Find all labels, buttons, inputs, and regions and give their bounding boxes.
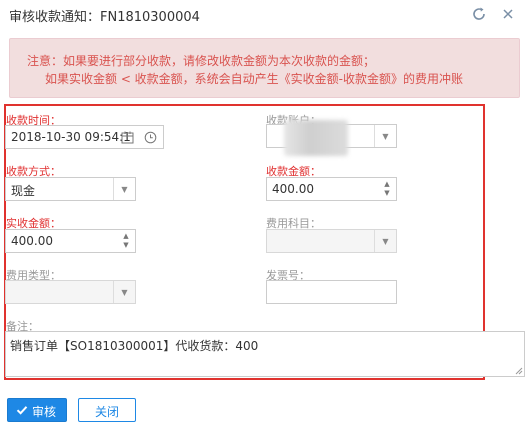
notice-alert: 注意：如果要进行部分收款，请修改收款金额为本次收款的金额； 如果实收金额 < 收… [9, 38, 520, 98]
expense-type-select[interactable]: ▼ [5, 280, 136, 304]
receipt-method-value: 现金 [11, 184, 36, 198]
chevron-down-icon[interactable]: ▼ [113, 178, 135, 200]
stepper-arrows[interactable]: ▲ ▼ [382, 180, 392, 198]
actual-amount-input[interactable]: 400.00 ▲ ▼ [5, 229, 136, 253]
check-icon [16, 406, 28, 415]
dialog-header: 审核收款通知：FN1810300004 [0, 0, 527, 32]
close-button[interactable]: 关闭 [78, 398, 136, 422]
receipt-time-input[interactable]: 2018-10-30 09:54:1 [5, 125, 164, 149]
receipt-time-value: 2018-10-30 09:54:1 [11, 130, 131, 144]
actual-amount-value: 400.00 [11, 234, 53, 248]
redacted-overlay [284, 120, 348, 156]
stepper-arrows[interactable]: ▲ ▼ [121, 232, 131, 250]
memo-value: 销售订单【SO1810300001】代收货款：400 [10, 339, 259, 353]
close-icon[interactable] [499, 5, 517, 23]
notice-line-1: 注意：如果要进行部分收款，请修改收款金额为本次收款的金额； [27, 54, 376, 68]
refresh-icon[interactable] [470, 5, 488, 23]
approve-button[interactable]: 审核 [7, 398, 67, 422]
expense-subject-select[interactable]: ▼ [266, 229, 397, 253]
approve-button-label: 审核 [32, 405, 57, 419]
receipt-amount-value: 400.00 [272, 182, 314, 196]
chevron-down-icon[interactable]: ▼ [374, 230, 396, 252]
invoice-no-input[interactable] [266, 280, 397, 304]
close-button-label: 关闭 [94, 405, 119, 419]
calendar-icon[interactable] [121, 131, 134, 144]
chevron-down-icon[interactable]: ▼ [113, 281, 135, 303]
notice-line-2: 如果实收金额 < 收款金额，系统会自动产生《实收金额-收款金额》的费用冲账 [45, 72, 464, 86]
receipt-method-select[interactable]: 现金 ▼ [5, 177, 136, 201]
chevron-down-icon[interactable]: ▼ [374, 125, 396, 147]
memo-textarea[interactable]: 销售订单【SO1810300001】代收货款：400 [5, 331, 525, 377]
resize-handle-icon[interactable] [515, 367, 523, 375]
clock-icon[interactable] [144, 131, 157, 144]
receipt-amount-input[interactable]: 400.00 ▲ ▼ [266, 177, 397, 201]
dialog-title: 审核收款通知：FN1810300004 [9, 10, 200, 25]
